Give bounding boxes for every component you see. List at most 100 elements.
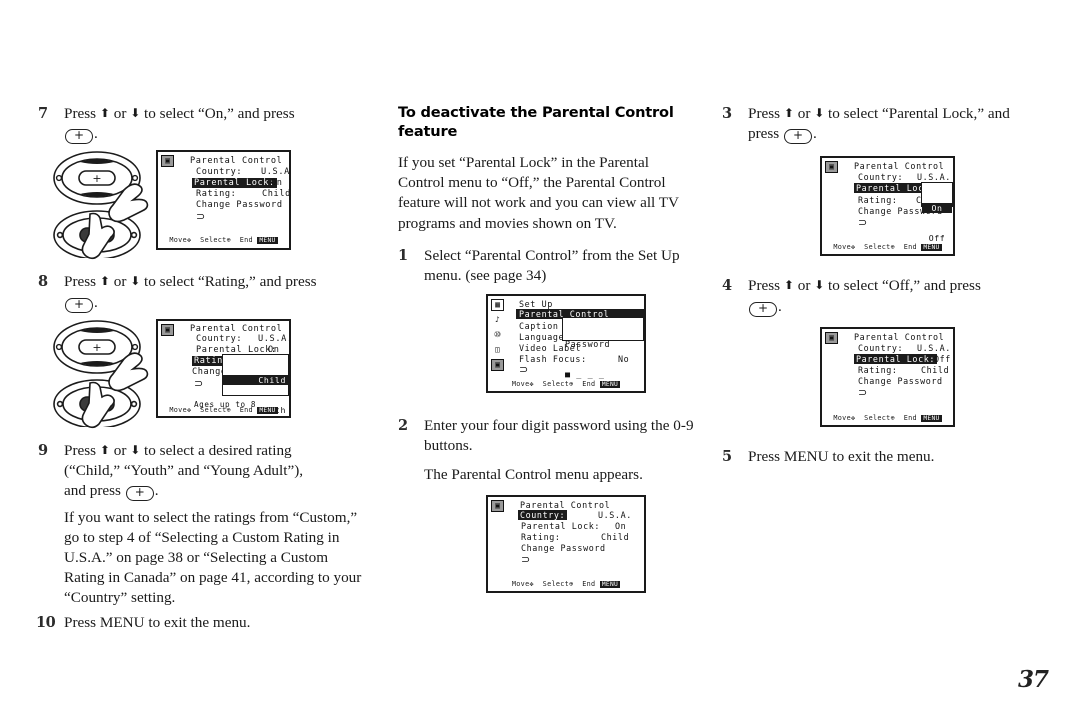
osd-status-select: Select <box>542 579 570 588</box>
osd-status-end: End <box>903 243 917 252</box>
clock-icon[interactable]: ⑩ <box>491 329 504 342</box>
osd-return-icon: ⊃ <box>858 385 868 399</box>
step-7: 7 Press ⬆ or ⬇ to select “On,” and press… <box>38 104 368 145</box>
step-8-text-mid: or <box>113 273 127 291</box>
osd-row-parental-lock[interactable]: Parental Lock: <box>521 521 600 531</box>
osd-status-menu-key: MENU <box>599 580 621 588</box>
osd-status-end: End <box>239 236 253 245</box>
step-8-text-end: . <box>94 293 98 311</box>
audio-icon[interactable]: ♪ <box>491 314 504 327</box>
rating-dropdown[interactable]: Child Youth Young Adult Custom <box>222 353 289 415</box>
manual-page: 7 Press ⬆ or ⬇ to select “On,” and press… <box>0 0 1080 717</box>
osd-status-end: End <box>903 413 917 422</box>
up-arrow-icon: ⬆ <box>99 442 110 457</box>
move-glyph-icon: ✥ <box>186 236 192 245</box>
osd-return-icon: ⊃ <box>858 216 868 230</box>
osd-row-rating[interactable]: Rating: <box>521 532 561 542</box>
step-5: 5 Press MENU to exit the menu. <box>722 447 1032 467</box>
password-popup-title: Password <box>565 339 611 350</box>
setup-icon: ▣ <box>161 323 174 336</box>
step-4-text-before: Press <box>748 277 781 295</box>
password-popup-entry[interactable]: ■ _ _ _ <box>565 369 641 379</box>
osd-status-move: Move <box>511 380 530 389</box>
lock-option-off[interactable]: Off <box>922 233 952 243</box>
step-2-number: 2 <box>398 417 408 435</box>
move-glyph-icon: ✥ <box>186 405 192 414</box>
step-7-text-before: Press <box>64 105 97 122</box>
osd-title: Parental Control <box>854 331 945 342</box>
step-8-number: 8 <box>38 273 48 291</box>
osd-status-move: Move <box>169 405 187 414</box>
parental-screen-wrap: ▣ Parental Control Country: U.S.A. Paren… <box>486 494 698 599</box>
osd-status-select: Select <box>542 380 570 389</box>
select-glyph-icon: ⊕ <box>226 405 231 414</box>
osd-icon-column: ▣ <box>161 155 174 168</box>
osd-row-country-value: U.S.A. <box>917 342 951 353</box>
osd-icon-column: ▦ ♪ ⑩ ◫ ▣ <box>491 299 504 372</box>
step-3-screen-wrap: ▣ Parental Control Country: U.S.A. Paren… <box>820 156 1032 262</box>
section-intro: If you set “Parental Lock” in the Parent… <box>398 153 679 232</box>
video-icon[interactable]: ◫ <box>491 344 504 357</box>
osd-return-icon: ⊃ <box>521 552 531 566</box>
osd-row-change-password[interactable]: Change Password <box>521 543 606 553</box>
mid-column: To deactivate the Parental Control featu… <box>398 104 698 599</box>
osd-row-rating[interactable]: Rating: <box>858 365 898 375</box>
osd-status-bar: Move✥ Select⊕ End MENU <box>158 236 289 245</box>
osd-return-icon: ⊃ <box>196 210 206 224</box>
lock-option-on[interactable]: On <box>922 203 952 214</box>
osd-status-select: Select <box>200 236 227 245</box>
osd-row-parental-lock-value: On <box>271 178 283 189</box>
osd-icon-column: ▣ <box>161 323 174 336</box>
step-7-tv-screen: ▣ Parental Control Country: U.S.A. Paren… <box>156 150 291 251</box>
down-arrow-icon: ⬇ <box>814 106 825 120</box>
step-9-line3-after: . <box>154 482 159 500</box>
step-9: 9 Press ⬆ or ⬇ to select a desired ratin… <box>38 441 368 502</box>
step-2-text: Enter your four digit password using the… <box>424 417 694 455</box>
step-2-note: The Parental Control menu appears. <box>424 465 643 483</box>
up-arrow-icon: ⬆ <box>783 106 794 120</box>
osd-status-select: Select <box>200 405 227 414</box>
osd-row-country[interactable]: Country: <box>858 343 903 353</box>
left-column: 7 Press ⬆ or ⬇ to select “On,” and press… <box>36 104 368 639</box>
pointing-hand-icon-lower <box>81 381 115 428</box>
step-9-line1-mid: or <box>113 441 127 459</box>
setup-icon: ▣ <box>491 499 504 512</box>
step-4-screen-wrap: ▣ Parental Control Country: U.S.A. Paren… <box>820 326 1032 431</box>
osd-row-rating[interactable]: Rating: <box>858 195 898 205</box>
password-popup[interactable]: Password ■ _ _ _ <box>562 317 644 379</box>
setup-icon[interactable]: ▣ <box>491 359 504 372</box>
step-8-text-after: to select “Rating,” and press <box>144 273 317 291</box>
down-arrow-icon: ⬇ <box>814 278 825 293</box>
step-10-text: Press MENU to exit the menu. <box>64 613 251 631</box>
move-glyph-icon: ✥ <box>850 243 856 252</box>
osd-status-bar: Move✥ Select⊕ End MENU <box>488 380 644 389</box>
osd-status-menu-key: MENU <box>257 237 278 245</box>
osd-row-parental-lock[interactable]: Parental Lock: <box>854 353 937 364</box>
osd-row-country-value: U.S.A. <box>258 333 289 344</box>
step-9-line1-after: to select a desired rating <box>144 441 292 459</box>
step-7-text-end: . <box>94 125 98 143</box>
osd-row-country[interactable]: Country: <box>518 509 568 520</box>
rating-option-child[interactable]: Child <box>223 374 288 385</box>
step-3-text-end: . <box>813 125 817 143</box>
osd-row-country: Country: <box>196 333 243 344</box>
step-10-number: 10 <box>36 613 56 631</box>
move-glyph-icon: ✥ <box>850 413 856 422</box>
osd-icon-column: ▣ <box>491 499 504 512</box>
setup-tv-screen: ▦ ♪ ⑩ ◫ ▣ Set Up Parental Control Captio… <box>486 294 646 394</box>
step-7-text-mid: or <box>113 105 127 122</box>
osd-row-country-value: U.S.A. <box>598 509 632 520</box>
parental-lock-dropdown[interactable]: On Off <box>921 182 953 243</box>
picture-icon[interactable]: ▦ <box>491 299 504 312</box>
osd-row-country[interactable]: Country: <box>858 172 903 182</box>
select-glyph-icon: ⊕ <box>890 413 895 422</box>
osd-title: Set Up <box>519 299 553 310</box>
osd-status-menu-key: MENU <box>257 406 278 414</box>
osd-status-move: Move <box>833 243 851 252</box>
center-key-icon: + <box>65 129 93 145</box>
osd-row-parental-lock-value: Off <box>934 353 951 364</box>
setup-icon: ▣ <box>161 155 174 168</box>
select-glyph-icon: ⊕ <box>569 380 574 389</box>
step-4: 4 Press ⬆ or ⬇ to select “Off,” and pres… <box>722 276 1032 317</box>
osd-row-change-password[interactable]: Change Password <box>858 376 943 386</box>
